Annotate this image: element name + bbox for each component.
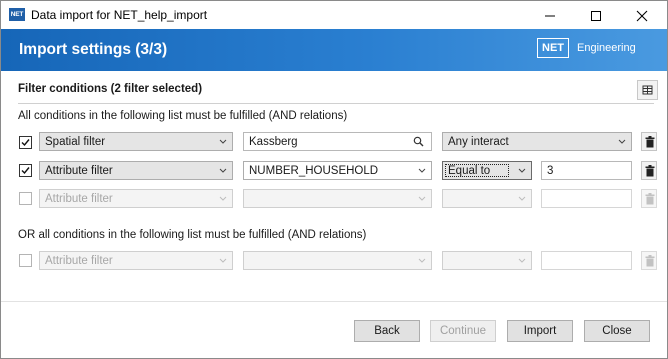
chevron-down-icon <box>518 196 526 201</box>
chevron-down-icon <box>219 196 227 201</box>
back-button[interactable]: Back <box>354 320 420 342</box>
close-button[interactable]: Close <box>584 320 650 342</box>
operator-dropdown[interactable] <box>442 251 532 270</box>
page-title: Import settings (3/3) <box>19 41 168 58</box>
import-dialog: NET Data import for NET_help_import Impo… <box>0 0 668 359</box>
filter-type-dropdown[interactable]: Spatial filter <box>39 132 233 151</box>
delete-filter-button[interactable] <box>641 251 657 270</box>
chevron-down-icon <box>418 196 426 201</box>
trash-icon <box>645 255 655 267</box>
attribute-field-dropdown[interactable] <box>243 189 432 208</box>
filter-type-value: Attribute filter <box>45 193 113 205</box>
minimize-icon <box>545 15 555 17</box>
filter-type-dropdown[interactable]: Attribute filter <box>39 189 233 208</box>
table-icon <box>642 85 653 95</box>
checkmark-icon <box>21 139 30 147</box>
chevron-down-icon <box>219 168 227 173</box>
footer-divider <box>1 301 667 302</box>
maximize-icon <box>591 11 601 21</box>
maximize-button[interactable] <box>573 1 619 29</box>
filter-type-dropdown[interactable]: Attribute filter <box>39 251 233 270</box>
continue-button[interactable]: Continue <box>430 320 496 342</box>
filter-value-text: 3 <box>547 165 554 177</box>
chevron-down-icon <box>418 258 426 263</box>
filter-value-input[interactable] <box>541 189 632 208</box>
filter-section-title: Filter conditions (2 filter selected) <box>18 83 203 95</box>
attribute-field-dropdown[interactable]: NUMBER_HOUSEHOLD <box>243 161 432 180</box>
title-bar: NET Data import for NET_help_import <box>1 1 667 29</box>
checkmark-icon <box>21 167 30 175</box>
chevron-down-icon <box>219 139 227 144</box>
filter-value-input[interactable]: 3 <box>541 161 632 180</box>
chevron-down-icon <box>518 168 526 173</box>
logo-mark: NET <box>537 38 569 58</box>
chevron-down-icon <box>518 258 526 263</box>
filter-type-value: Attribute filter <box>45 255 113 267</box>
close-icon <box>636 10 648 22</box>
close-window-button[interactable] <box>619 1 665 29</box>
chevron-down-icon <box>618 139 626 144</box>
search-icon[interactable] <box>413 136 424 147</box>
filter-type-value: Attribute filter <box>45 165 113 177</box>
spatial-search-value: Kassberg <box>249 136 298 148</box>
filter-type-value: Spatial filter <box>45 136 106 148</box>
app-icon: NET <box>9 8 25 21</box>
filter-type-dropdown[interactable]: Attribute filter <box>39 161 233 180</box>
filter-value-input[interactable] <box>541 251 632 270</box>
trash-icon <box>645 165 655 177</box>
attribute-field-value: NUMBER_HOUSEHOLD <box>249 165 379 177</box>
spatial-search-input[interactable]: Kassberg <box>243 132 432 151</box>
operator-dropdown[interactable]: Any interact <box>442 132 632 151</box>
filter-checkbox[interactable] <box>19 164 32 177</box>
filter-checkbox[interactable] <box>19 136 32 149</box>
window-title: Data import for NET_help_import <box>31 8 208 22</box>
or-conditions-text: OR all conditions in the following list … <box>18 229 367 241</box>
table-view-button[interactable] <box>637 80 658 100</box>
and-conditions-text: All conditions in the following list mus… <box>18 110 348 122</box>
chevron-down-icon <box>418 168 426 173</box>
operator-dropdown[interactable]: Equal to <box>442 161 532 180</box>
filter-checkbox[interactable] <box>19 192 32 205</box>
page-header: Import settings (3/3) NET Engineering <box>1 29 667 71</box>
operator-value: Any interact <box>448 136 509 148</box>
company-logo: NET Engineering <box>537 38 655 60</box>
delete-filter-button[interactable] <box>641 189 657 208</box>
delete-filter-button[interactable] <box>641 132 657 151</box>
attribute-field-dropdown[interactable] <box>243 251 432 270</box>
trash-icon <box>645 193 655 205</box>
trash-icon <box>645 136 655 148</box>
operator-value: Equal to <box>448 165 491 177</box>
section-divider <box>18 103 654 104</box>
minimize-button[interactable] <box>527 1 573 29</box>
import-button[interactable]: Import <box>507 320 573 342</box>
chevron-down-icon <box>219 258 227 263</box>
delete-filter-button[interactable] <box>641 161 657 180</box>
operator-dropdown[interactable] <box>442 189 532 208</box>
filter-checkbox[interactable] <box>19 254 32 267</box>
logo-text: Engineering <box>577 42 636 54</box>
